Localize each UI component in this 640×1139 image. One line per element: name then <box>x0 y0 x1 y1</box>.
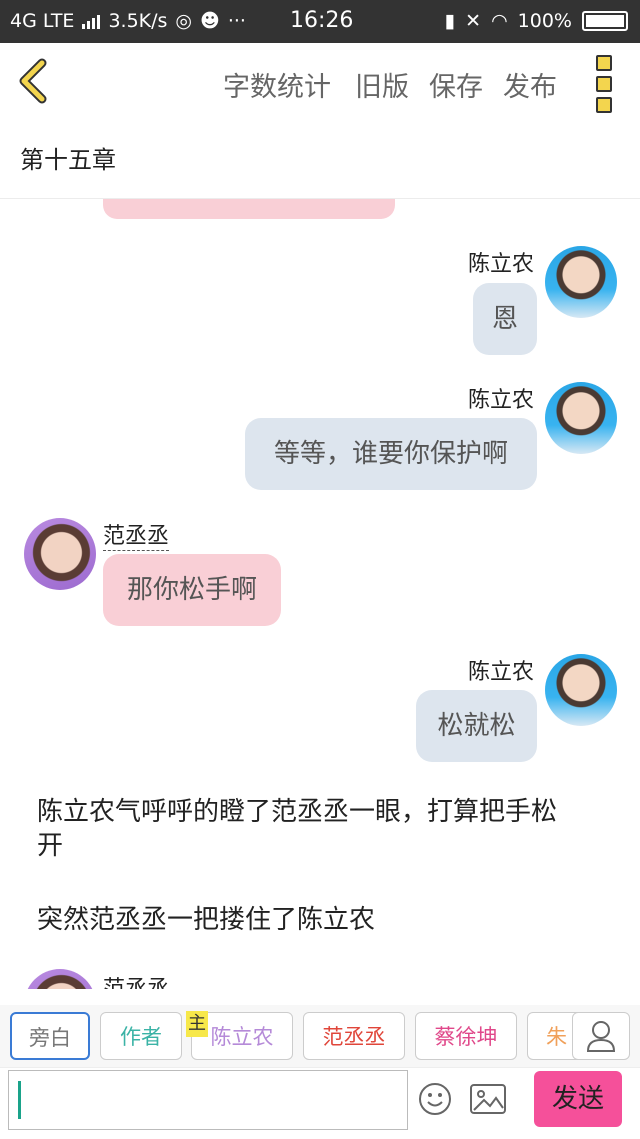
avatar <box>545 382 617 454</box>
old-version-button[interactable]: 旧版 <box>355 65 409 104</box>
add-role-button[interactable] <box>572 1012 630 1060</box>
composer: 发送 <box>0 1067 640 1139</box>
chapter-header: 第十五章 <box>0 120 640 199</box>
person-icon <box>586 1021 616 1052</box>
network-label: 4G LTE <box>10 10 75 32</box>
more-notifications: ··· <box>227 10 246 32</box>
narration-paragraph[interactable]: 突然范丞丞一把搂住了陈立农 <box>37 903 375 937</box>
avatar <box>545 246 617 318</box>
avatar <box>24 518 96 590</box>
battery-percent: 100% <box>517 10 572 32</box>
more-menu-icon[interactable] <box>594 55 614 113</box>
message-bubble[interactable]: 恩 <box>473 283 537 355</box>
signal-icon <box>82 13 101 29</box>
status-bar: 4G LTE 3.5K/s ◎ ☻ ··· 16:26 ▮ ✕ ◠ 100% <box>0 0 640 43</box>
qq-icon: ☻ <box>200 10 220 32</box>
previous-left-bubble[interactable] <box>103 199 395 219</box>
wifi-icon: ◠ <box>491 10 508 32</box>
message-bubble[interactable]: 等等，谁要你保护啊 <box>245 418 537 490</box>
message-bubble[interactable]: 那你松手啊 <box>103 554 281 626</box>
word-count-button[interactable]: 字数统计 <box>223 65 331 104</box>
role-fan-chengcheng[interactable]: 范丞丞 <box>303 1012 405 1060</box>
send-button[interactable]: 发送 <box>534 1071 622 1127</box>
story-content[interactable]: 陈立农 恩 陈立农 等等，谁要你保护啊 范丞丞 那你松手啊 陈立农 松就松 陈立… <box>0 199 640 989</box>
publish-button[interactable]: 发布 <box>503 65 557 104</box>
back-chevron-icon[interactable] <box>14 57 54 105</box>
speaker-name: 范丞丞 <box>103 971 169 989</box>
narration-line: 开 <box>37 831 64 861</box>
main-role-badge: 主 <box>186 1011 208 1037</box>
clock: 16:26 <box>290 8 354 33</box>
narration-line: 陈立农气呼呼的瞪了范丞丞一眼，打算把手松 <box>37 797 558 827</box>
role-selector: 旁白 作者 陈立农 范丞丞 蔡徐坤 朱 <box>0 1005 640 1067</box>
image-icon[interactable] <box>470 1084 506 1114</box>
narration-line: 突然范丞丞一把搂住了陈立农 <box>37 905 376 935</box>
role-narrator[interactable]: 旁白 <box>10 1012 90 1060</box>
message-bubble[interactable]: 松就松 <box>416 690 537 762</box>
avatar <box>24 969 96 989</box>
speaker-name: 范丞丞 <box>103 518 170 551</box>
narration-paragraph[interactable]: 陈立农气呼呼的瞪了范丞丞一眼，打算把手松 开 <box>37 795 557 863</box>
role-cai-xukun[interactable]: 蔡徐坤 <box>415 1012 517 1060</box>
speaker-name: 陈立农 <box>468 252 535 277</box>
battery-icon <box>582 11 628 31</box>
speaker-name: 陈立农 <box>468 660 535 685</box>
avatar <box>545 654 617 726</box>
speed-label: 3.5K/s <box>108 10 168 32</box>
mute-icon: ✕ <box>465 10 482 32</box>
weibo-icon: ◎ <box>175 10 193 32</box>
chapter-title[interactable]: 第十五章 <box>20 140 116 175</box>
speaker-name: 陈立农 <box>468 388 535 413</box>
message-input[interactable] <box>8 1070 408 1130</box>
save-button[interactable]: 保存 <box>429 65 483 104</box>
role-author[interactable]: 作者 <box>100 1012 182 1060</box>
editor-toolbar: 字数统计 旧版 保存 发布 <box>0 43 640 121</box>
charging-icon: ▮ <box>444 10 456 32</box>
text-cursor <box>18 1081 21 1119</box>
emoji-icon[interactable] <box>418 1082 452 1116</box>
